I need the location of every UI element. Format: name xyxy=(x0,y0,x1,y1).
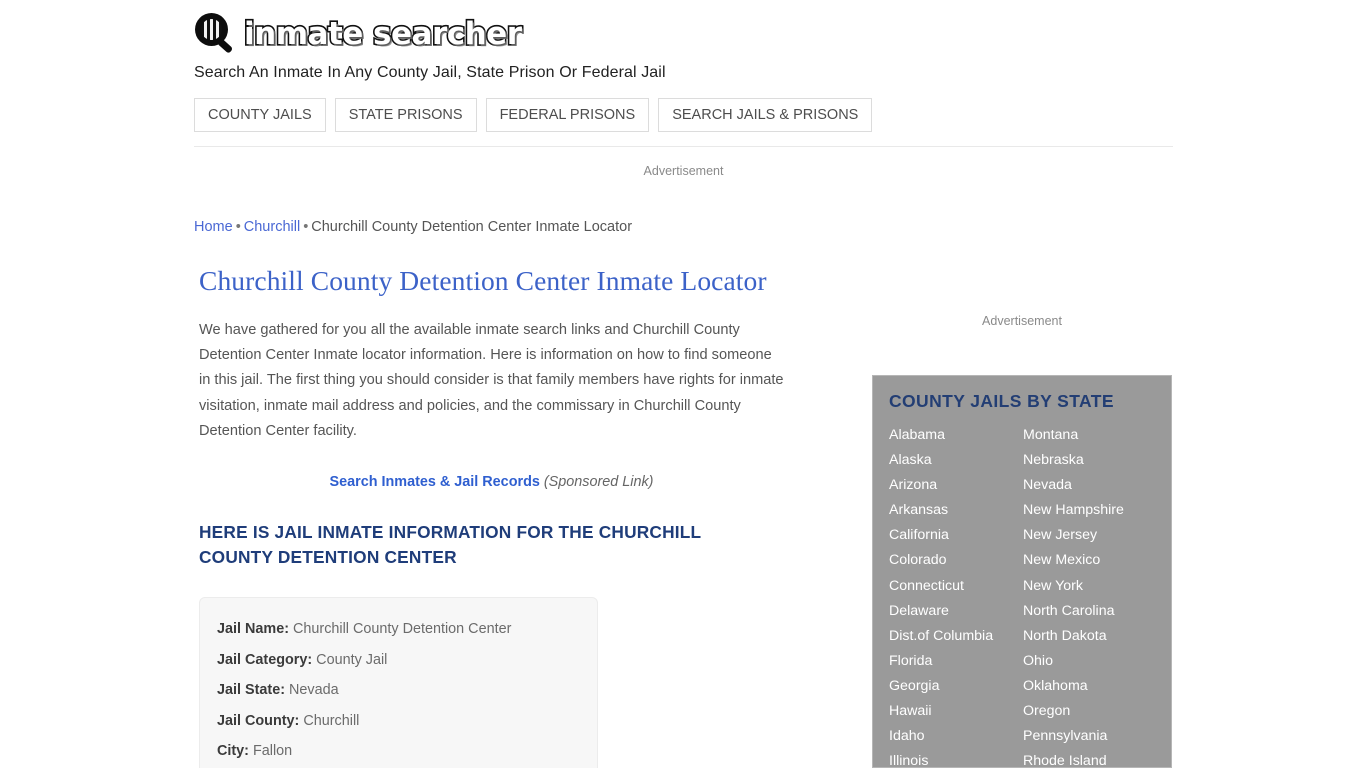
state-column-left: Alabama Alaska Arizona Arkansas California Co… xyxy=(889,423,1023,767)
info-row-city: City: Fallon xyxy=(217,736,597,767)
info-value: Fallon xyxy=(252,743,293,760)
info-row-jail-name: Jail Name: Churchill County Detention Ce… xyxy=(217,614,597,645)
state-link-idaho[interactable]: Idaho xyxy=(889,724,1023,749)
main-navigation: COUNTY JAILS STATE PRISONS FEDERAL PRISO… xyxy=(194,98,873,132)
top-advertisement-label: Advertisement xyxy=(643,164,724,178)
state-column-right: Montana Nebraska Nevada New Hampshire New Je… xyxy=(1023,423,1157,767)
sidebar-title: COUNTY JAILS BY STATE xyxy=(889,391,1114,411)
info-value: Churchill County Detention Center xyxy=(293,621,512,638)
breadcrumb: Home • Churchill • Churchill County Detentio… xyxy=(194,219,632,235)
info-value: County Jail xyxy=(316,651,388,668)
site-tagline: Search An Inmate In Any County Jail, Sta… xyxy=(194,64,666,81)
state-link-arizona[interactable]: Arizona xyxy=(889,473,1023,498)
state-link-illinois[interactable]: Illinois xyxy=(889,749,1023,767)
info-label: Jail State: xyxy=(217,682,285,699)
state-link-oklahoma[interactable]: Oklahoma xyxy=(1023,674,1157,699)
info-label: Jail County: xyxy=(217,712,300,729)
state-link-nevada[interactable]: Nevada xyxy=(1023,473,1157,498)
page-root: inmate searcher Search An Inmate In Any … xyxy=(0,0,1366,768)
state-link-north-carolina[interactable]: North Carolina xyxy=(1023,599,1157,624)
state-link-georgia[interactable]: Georgia xyxy=(889,674,1023,699)
nav-item-search-jails-prisons[interactable]: SEARCH JAILS & PRISONS xyxy=(658,98,873,132)
state-links-columns: Alabama Alaska Arizona Arkansas California Co… xyxy=(873,412,1171,767)
state-link-alabama[interactable]: Alabama xyxy=(889,423,1023,448)
info-label: Jail Category: xyxy=(217,651,313,668)
state-link-arkansas[interactable]: Arkansas xyxy=(889,498,1023,523)
info-value: Nevada xyxy=(288,682,339,699)
info-row-jail-county: Jail County: Churchill xyxy=(217,706,597,737)
state-link-new-mexico[interactable]: New Mexico xyxy=(1023,548,1157,573)
jail-info-box: Jail Name: Churchill County Detention Ce… xyxy=(199,597,598,768)
breadcrumb-separator-2: • xyxy=(303,219,309,235)
state-link-new-hampshire[interactable]: New Hampshire xyxy=(1023,498,1157,523)
state-link-colorado[interactable]: Colorado xyxy=(889,548,1023,573)
site-header: inmate searcher Search An Inmate In Any … xyxy=(194,10,1174,82)
state-link-california[interactable]: California xyxy=(889,523,1023,548)
info-row-jail-category: Jail Category: County Jail xyxy=(217,645,597,676)
state-link-north-dakota[interactable]: North Dakota xyxy=(1023,624,1157,649)
sponsored-search-link[interactable]: Search Inmates & Jail Records xyxy=(330,474,540,490)
sponsored-note: (Sponsored Link) xyxy=(543,474,654,491)
breadcrumb-home-link[interactable]: Home xyxy=(194,219,233,235)
section-title: HERE IS JAIL INMATE INFORMATION FOR THE … xyxy=(199,522,701,568)
state-link-pennsylvania[interactable]: Pennsylvania xyxy=(1023,724,1157,749)
breadcrumb-county-link[interactable]: Churchill xyxy=(244,219,300,235)
state-link-ohio[interactable]: Ohio xyxy=(1023,649,1157,674)
sponsored-link-row: Search Inmates & Jail Records (Sponsored … xyxy=(199,474,784,490)
info-label: Jail Name: xyxy=(217,621,289,638)
intro-paragraph: We have gathered for you all the availab… xyxy=(199,322,784,439)
header-divider xyxy=(194,146,1173,147)
nav-item-federal-prisons[interactable]: FEDERAL PRISONS xyxy=(485,98,650,132)
county-jails-by-state-widget: COUNTY JAILS BY STATE Alabama Alaska Arizo… xyxy=(872,375,1172,768)
page-title: Churchill County Detention Center Inmate… xyxy=(199,265,767,296)
state-link-delaware[interactable]: Delaware xyxy=(889,599,1023,624)
state-link-new-york[interactable]: New York xyxy=(1023,574,1157,599)
state-link-nebraska[interactable]: Nebraska xyxy=(1023,448,1157,473)
nav-item-county-jails[interactable]: COUNTY JAILS xyxy=(194,98,326,132)
main-content: Churchill County Detention Center Inmate… xyxy=(199,264,799,768)
breadcrumb-separator-1: • xyxy=(235,219,241,235)
state-link-montana[interactable]: Montana xyxy=(1023,423,1157,448)
state-link-florida[interactable]: Florida xyxy=(889,649,1023,674)
nav-item-state-prisons[interactable]: STATE PRISONS xyxy=(334,98,477,132)
info-label: City: xyxy=(217,743,249,760)
state-link-oregon[interactable]: Oregon xyxy=(1023,699,1157,724)
state-link-hawaii[interactable]: Hawaii xyxy=(889,699,1023,724)
info-row-jail-state: Jail State: Nevada xyxy=(217,675,597,706)
state-link-dist-of-columbia[interactable]: Dist.of Columbia xyxy=(889,624,1023,649)
state-link-rhode-island[interactable]: Rhode Island xyxy=(1023,749,1157,767)
state-link-alaska[interactable]: Alaska xyxy=(889,448,1023,473)
state-link-new-jersey[interactable]: New Jersey xyxy=(1023,523,1157,548)
sidebar-advertisement-label: Advertisement xyxy=(982,314,1062,328)
site-logo[interactable]: inmate searcher xyxy=(194,10,1174,58)
breadcrumb-current: Churchill County Detention Center Inmate… xyxy=(311,219,633,235)
site-wordmark: inmate searcher xyxy=(242,15,523,52)
info-value: Churchill xyxy=(303,712,360,729)
state-link-connecticut[interactable]: Connecticut xyxy=(889,574,1023,599)
magnifier-jail-bars-icon xyxy=(194,11,240,57)
